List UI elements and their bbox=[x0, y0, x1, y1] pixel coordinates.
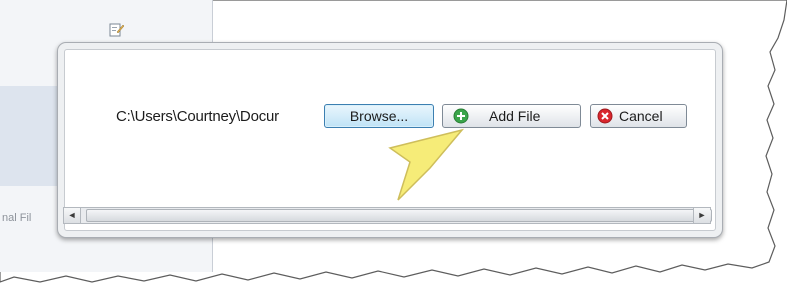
document-edit-icon bbox=[109, 23, 124, 37]
cancel-button[interactable]: Cancel bbox=[590, 104, 687, 128]
partial-column-label: nal Fil bbox=[2, 212, 32, 224]
cancel-circle-icon bbox=[597, 108, 613, 124]
add-file-button[interactable]: Add File bbox=[442, 104, 581, 128]
cancel-button-label: Cancel bbox=[619, 108, 663, 124]
callout-pointer-icon bbox=[388, 128, 465, 201]
file-path-field[interactable]: C:\Users\Courtney\Docur bbox=[116, 105, 322, 128]
browse-button-label: Browse... bbox=[349, 108, 409, 124]
scroll-right-arrow-icon[interactable]: ► bbox=[693, 208, 710, 223]
browse-button[interactable]: Browse... bbox=[324, 104, 434, 128]
add-circle-icon bbox=[453, 108, 469, 124]
add-file-button-label: Add File bbox=[489, 108, 541, 124]
scroll-left-arrow-icon[interactable]: ◄ bbox=[64, 208, 81, 223]
